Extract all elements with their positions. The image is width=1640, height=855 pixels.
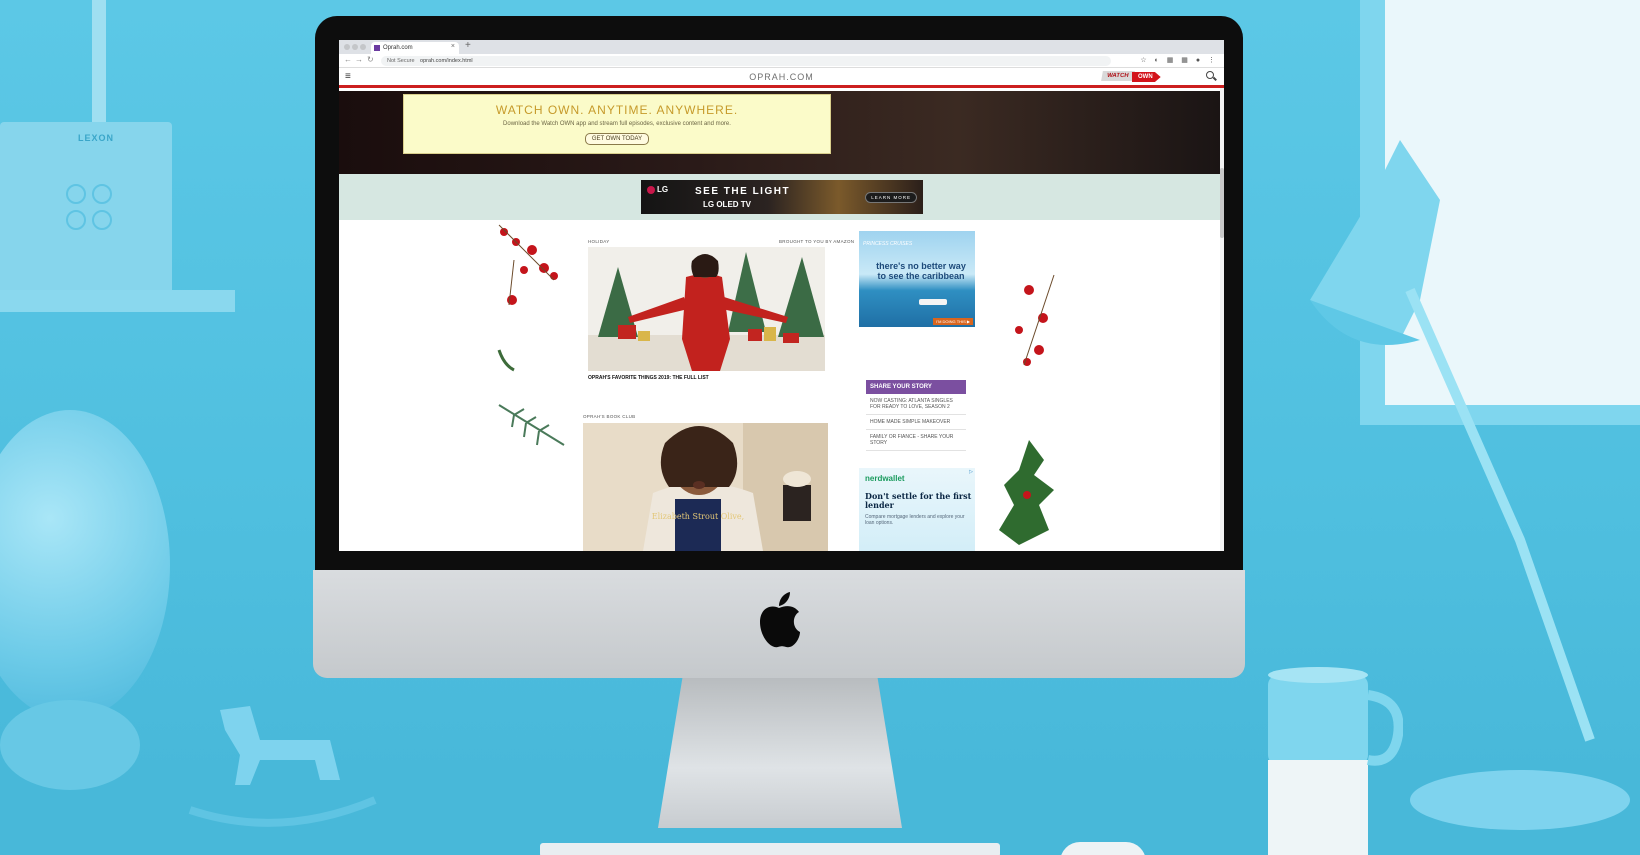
learn-more-button[interactable]: LEARN MORE: [865, 192, 917, 203]
watch-label: WATCH: [1101, 71, 1135, 81]
url-text: oprah.com/index.html: [420, 58, 473, 64]
favorite-things-image[interactable]: [588, 247, 825, 371]
own-label: OWN: [1132, 72, 1161, 82]
forward-icon[interactable]: →: [355, 55, 363, 64]
article-caption[interactable]: OPRAH'S FAVORITE THINGS 2019: THE FULL L…: [588, 375, 709, 381]
watch-own-button[interactable]: WATCH OWN: [1101, 70, 1166, 85]
lg-logo: LG: [647, 185, 668, 194]
lg-banner-ad[interactable]: LG SEE THE LIGHT LG OLED TV LEARN MORE: [641, 180, 923, 214]
globe-base: [0, 700, 140, 790]
doing-this-button[interactable]: I'M DOING THIS ▶: [933, 318, 973, 325]
nerdwallet-ad[interactable]: ▷ nerdwallet Don't settle for the first …: [859, 468, 975, 551]
imac-stand: [658, 678, 902, 828]
nerdwallet-subtext: Compare mortgage lenders and explore you…: [865, 514, 965, 526]
keyboard: [540, 843, 1000, 855]
site-header: ≡ OPRAH.COM WATCH OWN: [339, 68, 1224, 88]
rocking-horse-icon: [188, 706, 377, 827]
book-club-image[interactable]: Elizabeth Strout Olive,: [583, 423, 828, 551]
url-input[interactable]: Not Secure oprah.com/index.html: [381, 56, 1111, 66]
nerdwallet-brand: nerdwallet: [865, 474, 905, 483]
imac-screen: Oprah.com × + ← → ↻ Not Secure oprah.com…: [339, 40, 1224, 551]
page-scrollbar[interactable]: [1220, 88, 1224, 551]
device-button: [92, 210, 112, 230]
minimize-window-dot[interactable]: [352, 44, 358, 50]
apple-logo-icon: [760, 592, 800, 648]
reload-icon[interactable]: ↻: [367, 55, 374, 64]
share-link[interactable]: FAMILY OR FIANCE - SHARE YOUR STORY: [866, 430, 966, 451]
lg-logo-icon: [647, 185, 655, 194]
cruise-ship-icon: [919, 299, 947, 305]
lamp-post: [92, 0, 106, 122]
new-tab-button[interactable]: +: [465, 40, 471, 51]
site-logo[interactable]: OPRAH.COM: [339, 72, 1224, 82]
tab-title: Oprah.com: [383, 45, 413, 51]
extension-icons[interactable]: ☆ ◐ ▦ ▦ ● ⋮: [1140, 56, 1218, 64]
share-your-story-widget: SHARE YOUR STORY NOW CASTING: ATLANTA SI…: [866, 380, 966, 451]
security-label[interactable]: Not Secure: [387, 58, 415, 64]
lexon-label: LEXON: [78, 133, 115, 143]
device-button: [92, 184, 112, 204]
ad-choices-icon[interactable]: ▷: [969, 469, 973, 475]
search-icon[interactable]: [1206, 71, 1214, 79]
mug-icon: [1268, 667, 1403, 855]
article-category[interactable]: OPRAH'S BOOK CLUB: [583, 414, 635, 419]
lg-headline: SEE THE LIGHT: [695, 186, 791, 197]
princess-headline: there's no better way to see the caribbe…: [876, 261, 966, 281]
pine-branch-icon: [498, 404, 565, 446]
lg-brand: LG: [657, 185, 669, 194]
main-content: HOLIDAY BROUGHT TO YOU BY AMAZON OPRAH'S…: [339, 220, 1224, 551]
browser-address-bar: ← → ↻ Not Secure oprah.com/index.html ☆ …: [339, 54, 1224, 68]
close-tab-icon[interactable]: ×: [451, 43, 455, 50]
promo-subtitle: Download the Watch OWN app and stream fu…: [503, 121, 731, 127]
share-link[interactable]: HOME MADE SIMPLE MAKEOVER: [866, 415, 966, 430]
lg-product: LG OLED TV: [703, 200, 751, 209]
lexon-device: [0, 122, 172, 294]
globe: [0, 410, 170, 720]
holly-leaves-icon: [999, 440, 1054, 545]
wall-shelf: [0, 290, 235, 312]
get-own-button[interactable]: GET OWN TODAY: [584, 133, 650, 145]
browser-tab-bar: Oprah.com × +: [339, 40, 1224, 54]
book-cover-text: Elizabeth Strout Olive,: [652, 512, 744, 521]
promo-title: WATCH OWN. ANYTIME. ANYWHERE.: [495, 103, 739, 117]
ad-strip: LG SEE THE LIGHT LG OLED TV LEARN MORE: [339, 174, 1224, 220]
holly-berries-icon: [1015, 274, 1055, 366]
scrollbar-thumb[interactable]: [1220, 168, 1224, 238]
close-window-dot[interactable]: [344, 44, 350, 50]
favicon-icon: [374, 45, 380, 51]
article-category[interactable]: HOLIDAY: [588, 239, 610, 244]
device-button: [66, 210, 86, 230]
mouse: [1060, 842, 1146, 855]
article-sponsor: BROUGHT TO YOU BY AMAZON: [779, 239, 855, 244]
browser-tab[interactable]: Oprah.com ×: [371, 42, 459, 54]
watch-own-promo: WATCH OWN. ANYTIME. ANYWHERE. Download t…: [403, 94, 831, 154]
nerdwallet-headline: Don't settle for the first lender: [865, 491, 972, 510]
device-button: [66, 184, 86, 204]
maximize-window-dot[interactable]: [360, 44, 366, 50]
back-icon[interactable]: ←: [344, 55, 352, 64]
princess-cruises-ad[interactable]: PRINCESS CRUISES there's no better way t…: [859, 231, 975, 327]
share-link[interactable]: NOW CASTING: ATLANTA SINGLES FOR READY T…: [866, 394, 966, 415]
share-title[interactable]: SHARE YOUR STORY: [866, 380, 966, 394]
princess-brand: PRINCESS CRUISES: [863, 241, 913, 247]
holly-berries-icon: [497, 224, 558, 372]
